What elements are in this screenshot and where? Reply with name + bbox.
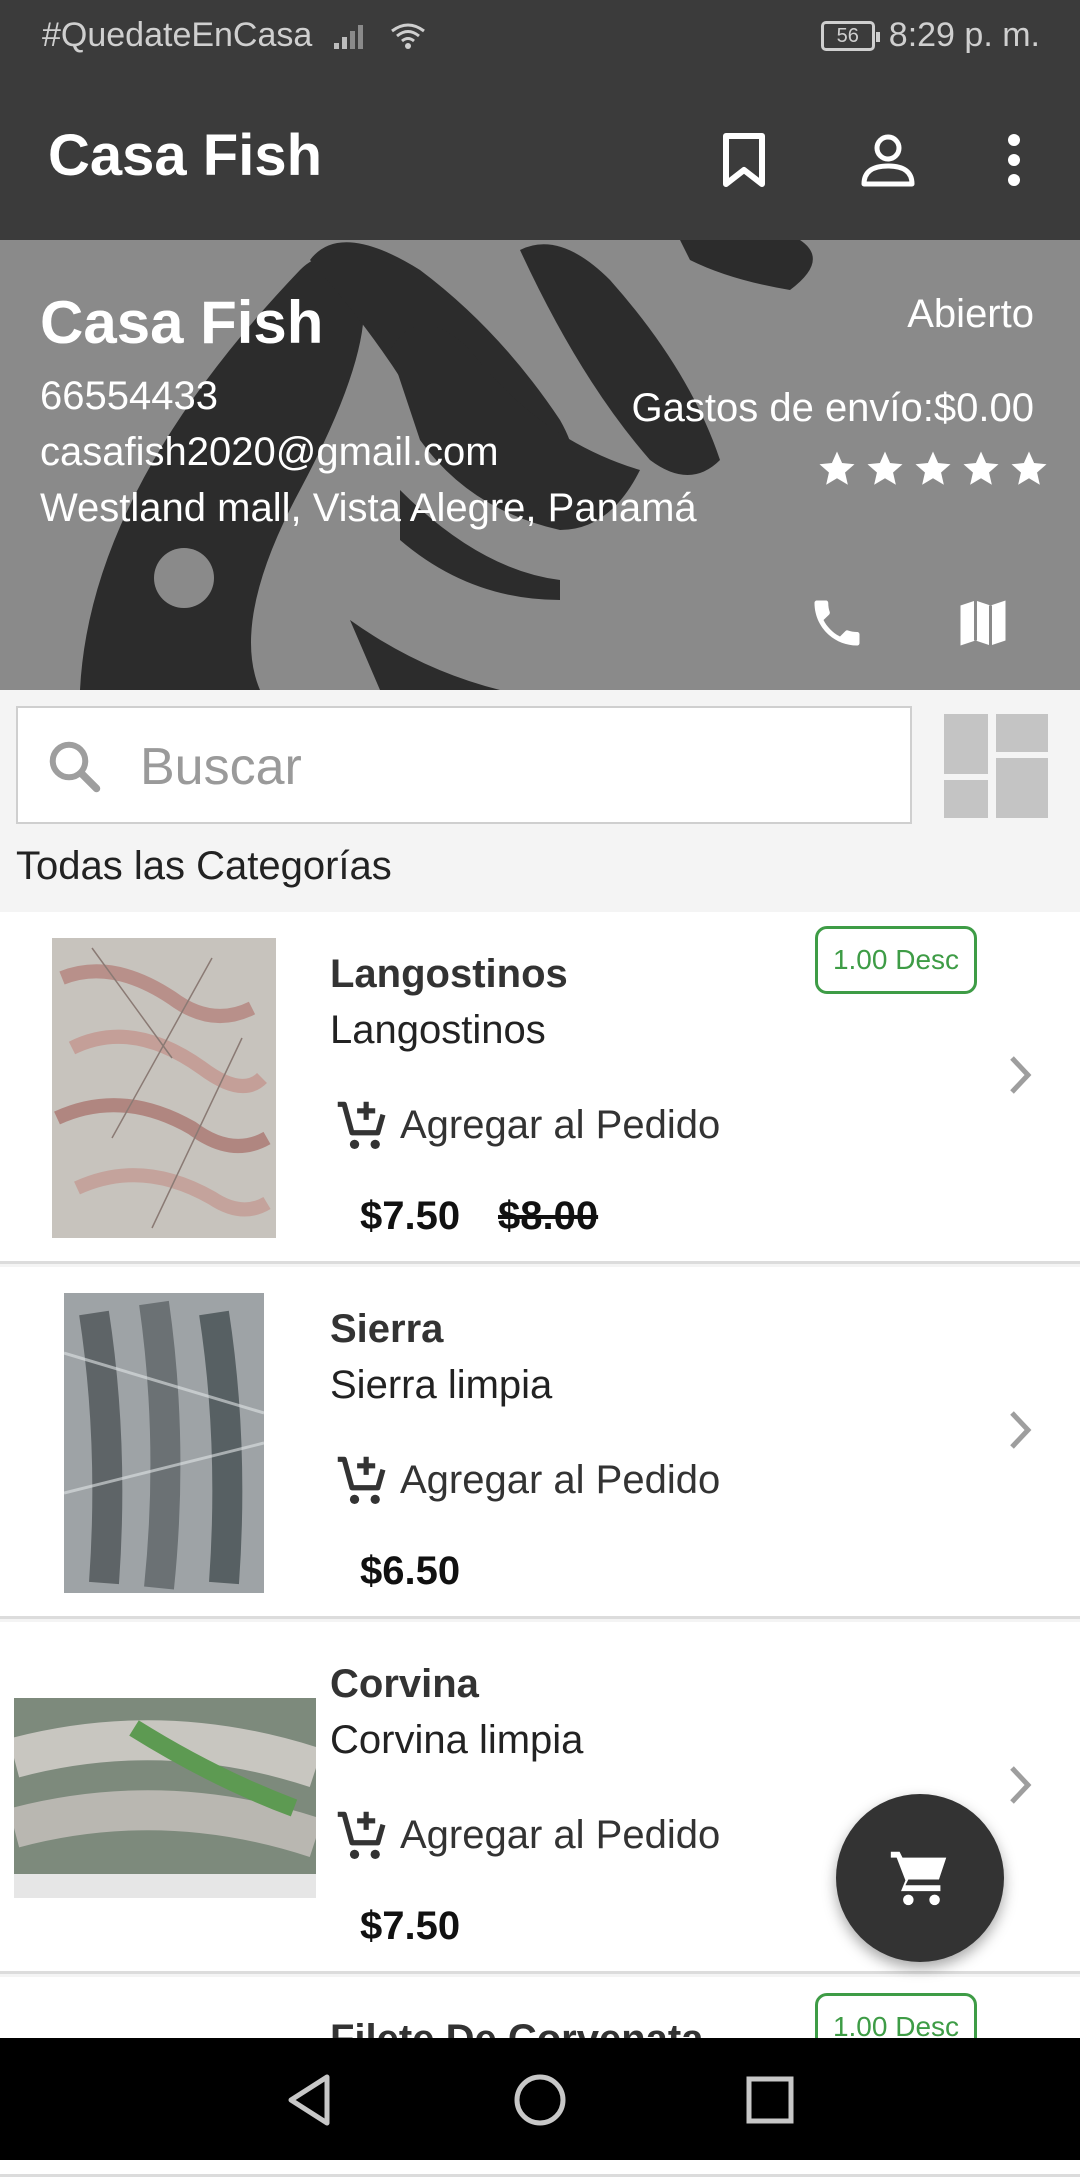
product-price: $7.50 [360,1904,461,1948]
add-to-order-button[interactable]: Agregar al Pedido [330,1449,720,1511]
rating-stars [816,448,1050,490]
product-image [14,1698,316,1898]
add-cart-icon [337,1101,386,1150]
add-to-order-label: Agregar al Pedido [400,1812,721,1857]
call-button[interactable] [802,588,872,658]
recents-square-icon [746,2076,794,2124]
status-bar: #QuedateEnCasa 56 8:29 p. m. [0,0,1080,74]
battery-level: 56 [836,24,859,47]
category-heading: Todas las Categorías [16,844,392,888]
chevron-right-icon[interactable] [1004,1405,1038,1455]
product-old-price: $8.00 [498,1194,599,1238]
search-icon [49,741,101,793]
chevron-right-icon[interactable] [1004,1050,1038,1100]
star-icon [1011,451,1047,485]
shipping-cost: Gastos de envío:$0.00 [631,386,1035,430]
map-button[interactable] [948,588,1018,658]
signal-icon [334,24,364,49]
back-button[interactable] [278,2068,342,2132]
discount-badge: 1.00 Desc [815,926,977,994]
add-to-order-label: Agregar al Pedido [400,1457,721,1502]
product-description: Corvina limpia [330,1718,584,1762]
back-triangle-icon [288,2074,330,2126]
bookmark-button[interactable] [708,124,780,196]
product-price: $6.50 [360,1549,461,1593]
search-box[interactable] [16,706,912,824]
cart-button[interactable] [836,1794,1004,1962]
wifi-icon [391,23,426,49]
star-icon [915,451,951,485]
battery-icon: 56 [820,20,880,51]
store-email: casafish2020@gmail.com [40,430,499,474]
star-icon [819,451,855,485]
account-button[interactable] [852,124,924,196]
store-address: Westland mall, Vista Alegre, Panamá [40,486,697,530]
product-item[interactable]: Sierra Sierra limpia Agregar al Pedido $… [0,1267,1080,1619]
store-name: Casa Fish [40,289,324,356]
product-description: Sierra limpia [330,1363,553,1407]
home-button[interactable] [508,2068,572,2132]
search-row [0,690,1080,840]
person-icon [861,134,915,187]
add-cart-icon [337,1456,386,1505]
product-description: Langostinos [330,1008,546,1052]
add-cart-icon [337,1811,386,1860]
cart-icon [890,1851,947,1906]
recents-button[interactable] [738,2068,802,2132]
home-circle-icon [514,2074,566,2126]
product-image [64,1293,264,1593]
store-phone: 66554433 [40,374,218,418]
app-bar: Casa Fish [0,74,1080,240]
product-name: Sierra [330,1307,444,1351]
chevron-right-icon[interactable] [1004,1760,1038,1810]
phone-icon [814,600,860,646]
add-to-order-button[interactable]: Agregar al Pedido [330,1804,720,1866]
product-name: Corvina [330,1662,479,1706]
system-nav-bar [0,2038,1080,2160]
app-title: Casa Fish [48,123,322,188]
add-to-order-label: Agregar al Pedido [400,1102,721,1147]
add-to-order-button[interactable]: Agregar al Pedido [330,1094,720,1156]
bookmark-icon [723,133,765,187]
store-status: Abierto [907,292,1034,336]
status-time: 8:29 p. m. [888,16,1040,54]
product-price: $7.50 [360,1194,461,1238]
star-icon [867,451,903,485]
search-input[interactable] [138,728,882,806]
more-options-button[interactable] [978,124,1050,196]
product-image [52,938,276,1238]
store-header: Casa Fish 66554433 casafish2020@gmail.co… [0,240,1080,690]
layout-toggle-icon[interactable] [944,714,1048,818]
product-item[interactable]: Langostinos Langostinos Agregar al Pedid… [0,912,1080,1264]
map-icon [960,600,1006,646]
more-vert-icon [1008,134,1020,186]
product-name: Langostinos [330,952,568,996]
star-icon [963,451,999,485]
status-hashtag: #QuedateEnCasa [42,16,313,54]
